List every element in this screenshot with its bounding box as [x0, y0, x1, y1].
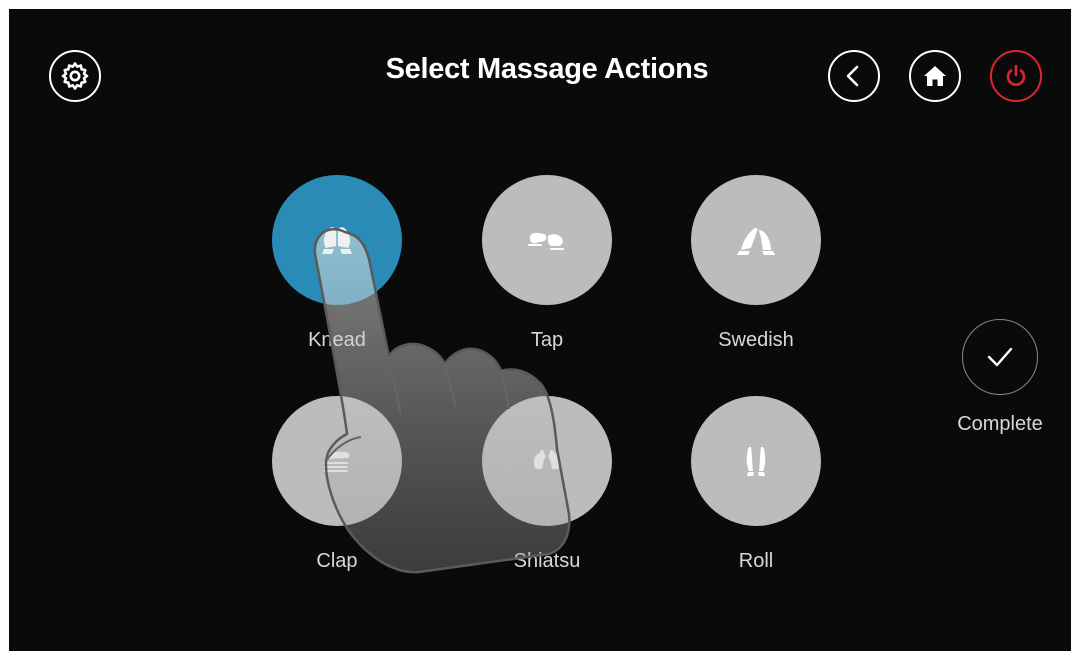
checkmark-icon [987, 347, 1013, 367]
tap-circle[interactable] [482, 175, 612, 305]
action-knead[interactable]: Knead [271, 175, 403, 352]
swedish-circle[interactable] [691, 175, 821, 305]
swedish-hands-icon [737, 227, 775, 255]
power-icon [1006, 64, 1026, 86]
home-button[interactable] [909, 50, 961, 102]
action-shiatsu[interactable]: Shiatsu [481, 396, 613, 573]
gear-icon [61, 62, 89, 90]
clap-circle[interactable] [272, 396, 402, 526]
tap-fists-icon [528, 232, 564, 250]
home-icon [924, 66, 946, 86]
knead-circle[interactable] [272, 175, 402, 305]
action-label: Shiatsu [513, 550, 581, 572]
action-label: Roll [738, 550, 774, 572]
shiatsu-circle[interactable] [482, 396, 612, 526]
action-tap[interactable]: Tap [481, 175, 613, 352]
action-label: Tap [530, 329, 564, 351]
complete-label: Complete [957, 413, 1043, 435]
action-label: Clap [316, 550, 358, 572]
action-swedish[interactable]: Swedish [690, 175, 822, 352]
knead-hands-icon [322, 227, 352, 254]
chevron-left-icon [846, 65, 859, 87]
action-roll[interactable]: Roll [690, 396, 822, 573]
settings-button[interactable] [49, 50, 101, 102]
back-button[interactable] [828, 50, 880, 102]
massage-action-screen: Select Massage Actions Knead Tap Swedish… [9, 9, 1071, 651]
action-label: Swedish [718, 329, 794, 351]
page-title: Select Massage Actions [385, 53, 709, 85]
action-label: Knead [308, 329, 366, 351]
complete-circle[interactable] [962, 319, 1038, 395]
complete-button[interactable]: Complete [945, 319, 1055, 436]
shiatsu-thumbs-icon [534, 450, 560, 469]
power-button[interactable] [990, 50, 1042, 102]
roll-circle[interactable] [691, 396, 821, 526]
roll-hands-icon [746, 447, 766, 476]
action-clap[interactable]: Clap [271, 396, 403, 573]
clap-hand-icon [324, 451, 350, 472]
